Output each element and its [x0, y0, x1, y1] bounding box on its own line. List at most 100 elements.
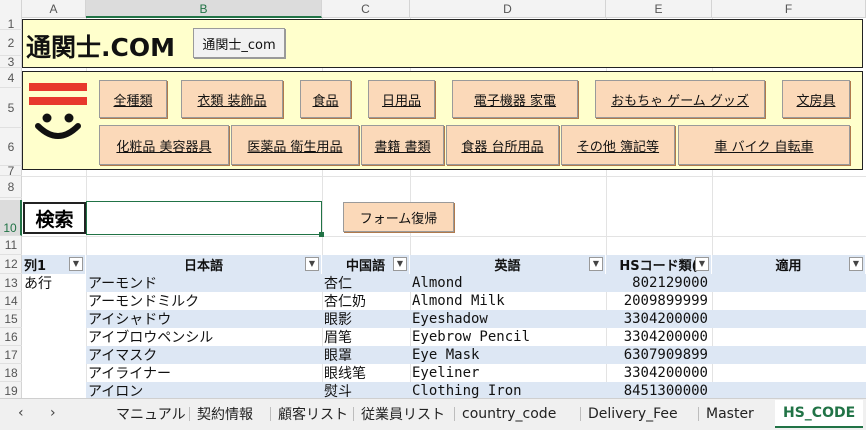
column-header-e[interactable]: E: [606, 0, 712, 18]
column-header-a[interactable]: A: [22, 0, 86, 18]
sheet-tab[interactable]: 従業員リスト: [353, 399, 445, 429]
cell-english[interactable]: Eyeshadow: [410, 310, 606, 328]
cell-english[interactable]: Almond Milk: [410, 292, 606, 310]
cell-hs-code[interactable]: 2009899999: [606, 292, 712, 310]
cell-english[interactable]: Clothing Iron: [410, 382, 606, 398]
sheet-tab[interactable]: 契約情報: [189, 399, 253, 429]
cell-hs-code[interactable]: 8451300000: [606, 382, 712, 398]
row-header[interactable]: 15: [0, 310, 22, 328]
cell-notes[interactable]: [712, 346, 866, 364]
cell-chinese[interactable]: 杏仁奶: [322, 292, 410, 310]
filter-dropdown-icon[interactable]: ▼: [393, 257, 407, 271]
category-stationery-button[interactable]: 文房具: [782, 80, 850, 118]
cell-chinese[interactable]: 眉笔: [322, 328, 410, 346]
cell-group[interactable]: [22, 382, 86, 398]
select-all-corner[interactable]: [0, 0, 22, 18]
row-header[interactable]: 16: [0, 328, 22, 346]
cell-group[interactable]: [22, 364, 86, 382]
category-medicine-button[interactable]: 医薬品 衛生用品: [231, 125, 359, 165]
category-electronics-button[interactable]: 電子機器 家電: [452, 80, 578, 118]
row-header[interactable]: 17: [0, 346, 22, 364]
cell-hs-code[interactable]: 6307909899: [606, 346, 712, 364]
row-header[interactable]: 18: [0, 364, 22, 382]
sheet-tab[interactable]: Delivery_Fee: [580, 399, 678, 429]
cell-english[interactable]: Eyeliner: [410, 364, 606, 382]
tab-scroll-right-icon[interactable]: ›: [50, 405, 56, 421]
category-clothing-button[interactable]: 衣類 装飾品: [181, 80, 283, 118]
cell-notes[interactable]: [712, 292, 866, 310]
row-header[interactable]: 3: [0, 55, 22, 69]
row-header[interactable]: 13: [0, 274, 22, 292]
cell-group[interactable]: [22, 310, 86, 328]
category-cosmetics-button[interactable]: 化粧品 美容器具: [99, 125, 229, 165]
category-vehicles-button[interactable]: 車 バイク 自転車: [678, 125, 850, 165]
filter-dropdown-icon[interactable]: ▼: [695, 257, 709, 271]
row-header[interactable]: 5: [0, 88, 22, 128]
row-header[interactable]: 4: [0, 68, 22, 88]
cell-notes[interactable]: [712, 364, 866, 382]
cell-group[interactable]: [22, 292, 86, 310]
cell-group[interactable]: [22, 346, 86, 364]
sheet-tab[interactable]: Master: [698, 399, 754, 429]
category-books-button[interactable]: 書籍 書類: [361, 125, 444, 165]
column-header-d[interactable]: D: [410, 0, 606, 18]
column-header-f[interactable]: F: [712, 0, 866, 18]
cell-notes[interactable]: [712, 310, 866, 328]
category-other-button[interactable]: その他 簿記等: [561, 125, 675, 165]
category-tableware-button[interactable]: 食器 台所用品: [446, 125, 559, 165]
column-header-b[interactable]: B: [86, 0, 322, 18]
cell-hs-code[interactable]: 802129000: [606, 274, 712, 292]
cell-english[interactable]: Eyebrow Pencil: [410, 328, 606, 346]
site-link-button[interactable]: 通関士_com: [193, 28, 285, 58]
cell-hs-code[interactable]: 3304200000: [606, 364, 712, 382]
cell-notes[interactable]: [712, 382, 866, 398]
category-food-button[interactable]: 食品: [300, 80, 351, 118]
cell-japanese[interactable]: アイシャドウ: [86, 310, 322, 328]
cell-english[interactable]: Almond: [410, 274, 606, 292]
cell-group[interactable]: あ行: [22, 274, 86, 292]
form-reset-button[interactable]: フォーム復帰: [343, 202, 454, 232]
cell-hs-code[interactable]: 3304200000: [606, 328, 712, 346]
cell-japanese[interactable]: アーモンドミルク: [86, 292, 322, 310]
row-header[interactable]: 6: [0, 128, 22, 166]
cell-notes[interactable]: [712, 274, 866, 292]
cell-chinese[interactable]: 熨斗: [322, 382, 410, 398]
category-all-button[interactable]: 全種類: [99, 80, 167, 118]
cell-japanese[interactable]: アイブロウペンシル: [86, 328, 322, 346]
search-input[interactable]: [86, 201, 324, 237]
row-header[interactable]: 19: [0, 382, 22, 398]
row-header-selected[interactable]: 10: [0, 200, 22, 236]
sheet-tab[interactable]: country_code: [453, 399, 556, 429]
row-header[interactable]: 7: [0, 164, 22, 178]
cell-english[interactable]: Eye Mask: [410, 346, 606, 364]
filter-dropdown-icon[interactable]: ▼: [69, 257, 83, 271]
row-header[interactable]: 11: [0, 236, 22, 255]
category-toys-button[interactable]: おもちゃ ゲーム グッズ: [595, 80, 765, 118]
cell-chinese[interactable]: 杏仁: [322, 274, 410, 292]
spreadsheet-grid[interactable]: A B C D E F 1 2 3 4 5 6 7 8 9 10 11 12 1…: [0, 0, 866, 398]
cell-chinese[interactable]: 眼线笔: [322, 364, 410, 382]
filter-dropdown-icon[interactable]: ▼: [589, 257, 603, 271]
tab-scroll-left-icon[interactable]: ‹: [18, 405, 24, 421]
cell-japanese[interactable]: アイマスク: [86, 346, 322, 364]
cell-hs-code[interactable]: 3304200000: [606, 310, 712, 328]
category-daily-goods-button[interactable]: 日用品: [368, 80, 435, 118]
row-header[interactable]: 2: [0, 30, 22, 56]
cell-chinese[interactable]: 眼影: [322, 310, 410, 328]
row-header[interactable]: 12: [0, 255, 22, 274]
cell-japanese[interactable]: アイライナー: [86, 364, 322, 382]
row-header[interactable]: 8: [0, 176, 22, 198]
filter-dropdown-icon[interactable]: ▼: [305, 257, 319, 271]
sheet-tab[interactable]: 顧客リスト: [270, 399, 348, 429]
cell-japanese[interactable]: アーモンド: [86, 274, 322, 292]
column-header-c[interactable]: C: [322, 0, 410, 18]
sheet-tab-active[interactable]: HS_CODE: [775, 400, 864, 428]
cell-japanese[interactable]: アイロン: [86, 382, 322, 398]
cell-notes[interactable]: [712, 328, 866, 346]
filter-dropdown-icon[interactable]: ▼: [849, 257, 863, 271]
row-header[interactable]: 1: [0, 17, 22, 31]
sheet-tab[interactable]: マニュアル: [116, 399, 186, 429]
cell-group[interactable]: [22, 328, 86, 346]
cell-chinese[interactable]: 眼罩: [322, 346, 410, 364]
row-header[interactable]: 14: [0, 292, 22, 310]
